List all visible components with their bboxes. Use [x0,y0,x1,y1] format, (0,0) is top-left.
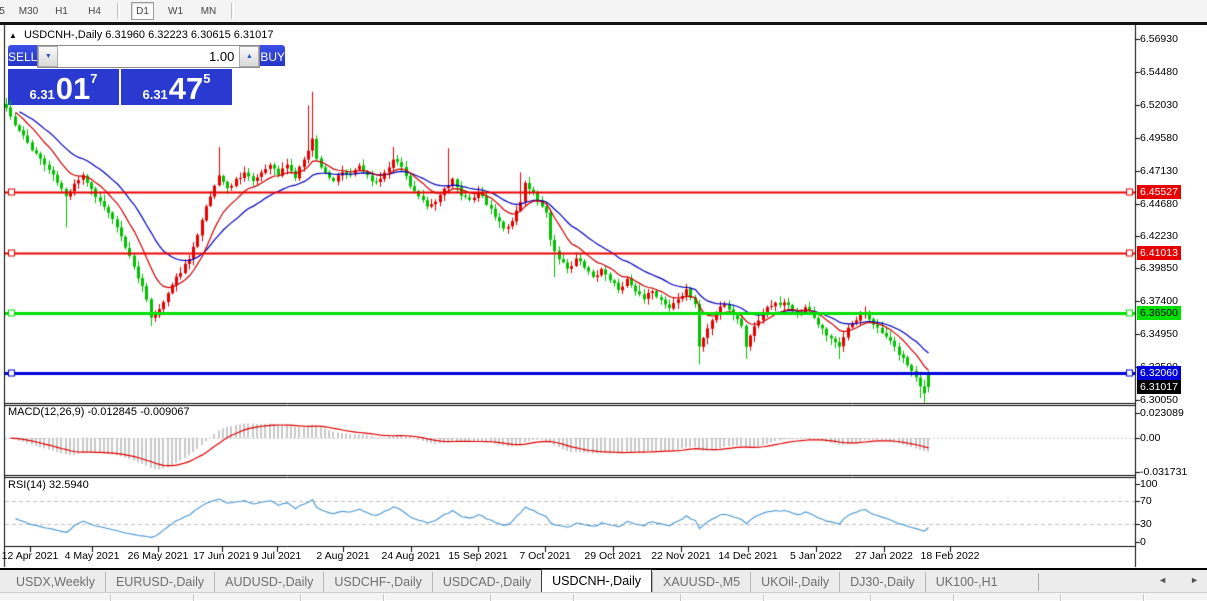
timeframe-button-h1[interactable]: H1 [50,2,73,20]
chart-tab-ukoil-daily[interactable]: UKOil-,Daily [750,572,839,592]
price-line-tag: 6.45527 [1137,185,1181,199]
price-axis-tick-label: 6.47130 [1140,165,1178,177]
macd-axis-label: -0.031731 [1140,466,1188,478]
rsi-axis-label: 30 [1140,518,1152,530]
chart-tab-usdx-weekly[interactable]: USDX,Weekly [6,572,105,592]
chart-tab-xauusd-m5[interactable]: XAUUSD-,M5 [651,572,750,592]
rsi-axis-label: 0 [1140,536,1146,548]
date-axis-label: 15 Sep 2021 [448,550,508,562]
chart-tab-uk100-h1[interactable]: UK100-,H1 [924,572,1008,592]
date-axis-label: 22 Nov 2021 [651,550,711,562]
chart-tab-usdcnh-daily[interactable]: USDCNH-,Daily [541,569,652,592]
price-axis-tick-label: 6.52030 [1140,99,1178,111]
price-axis-tick-label: 6.49580 [1140,132,1178,144]
price-axis-tick-label: 6.42230 [1140,230,1178,242]
price-axis-tick-label: 6.56930 [1140,33,1178,45]
chart-tab-usdcad-daily[interactable]: USDCAD-,Daily [431,572,541,592]
price-axis-tick-label: 6.44680 [1140,198,1178,210]
rsi-axis-label: 100 [1140,478,1158,490]
rsi-axis-label: 70 [1140,495,1152,507]
toolbar-separator [0,22,1207,25]
price-line-tag: 6.41013 [1137,246,1181,260]
chart-tab-bar: USDX,Weekly EURUSD-,Daily AUDUSD-,Daily USD… [0,568,1207,592]
date-axis-label: 5 Jan 2022 [790,550,842,562]
rsi-indicator-label: RSI(14) 32.5940 [8,479,89,491]
date-axis-label: 4 May 2021 [64,550,120,562]
timeframe-button-h4[interactable]: H4 [83,2,106,20]
timeframe-toolbar: 5 M30 H1 H4 D1 W1 MN [0,0,1207,22]
tab-scroll-left-icon[interactable]: ◄ [1158,575,1167,585]
macd-axis-label: 0.00 [1140,432,1161,444]
price-axis-tick-label: 6.30050 [1140,394,1178,406]
date-axis-label: 27 Jan 2022 [855,550,913,562]
date-axis-label: 29 Oct 2021 [584,550,642,562]
tab-bar-separator [1038,573,1039,591]
date-axis-label: 26 May 2021 [127,550,189,562]
date-axis-label: 7 Oct 2021 [519,550,571,562]
toolbar-divider [231,3,234,19]
macd-indicator-label: MACD(12,26,9) -0.012845 -0.009067 [8,406,190,418]
price-line-tag: 6.32060 [1137,366,1181,380]
current-price-tag: 6.31017 [1137,380,1181,394]
toolbar-divider [117,3,120,19]
price-axis-tick-label: 6.34950 [1140,328,1178,340]
chart-tab-usdchf-daily[interactable]: USDCHF-,Daily [323,572,432,592]
tab-scroll-right-icon[interactable]: ► [1190,575,1199,585]
timeframe-button-mn[interactable]: MN [197,2,220,20]
date-axis-label: 14 Dec 2021 [718,550,778,562]
date-axis-label: 18 Feb 2022 [920,550,980,562]
price-chart-canvas[interactable] [0,0,1207,600]
status-bar [0,592,1207,601]
date-axis-label: 12 Apr 2021 [1,550,59,562]
price-line-tag: 6.36500 [1137,306,1181,320]
timeframe-button-w1[interactable]: W1 [164,2,187,20]
date-axis-label: 24 Aug 2021 [381,550,441,562]
chart-tab-eurusd-daily[interactable]: EURUSD-,Daily [104,572,214,592]
price-axis-tick-label: 6.39850 [1140,262,1178,274]
chart-tab-audusd-daily[interactable]: AUDUSD-,Daily [214,572,323,592]
timeframe-button-d1[interactable]: D1 [131,2,154,20]
macd-axis-label: 0.023089 [1140,407,1184,419]
price-axis-tick-label: 6.54480 [1140,66,1178,78]
date-axis-label: 9 Jul 2021 [252,550,302,562]
timeframe-button-m30[interactable]: M30 [17,2,40,20]
timeframe-button-5[interactable]: 5 [0,2,7,20]
chart-tab-dj30-daily[interactable]: DJ30-,Daily [839,572,925,592]
date-axis-label: 2 Aug 2021 [316,550,370,562]
